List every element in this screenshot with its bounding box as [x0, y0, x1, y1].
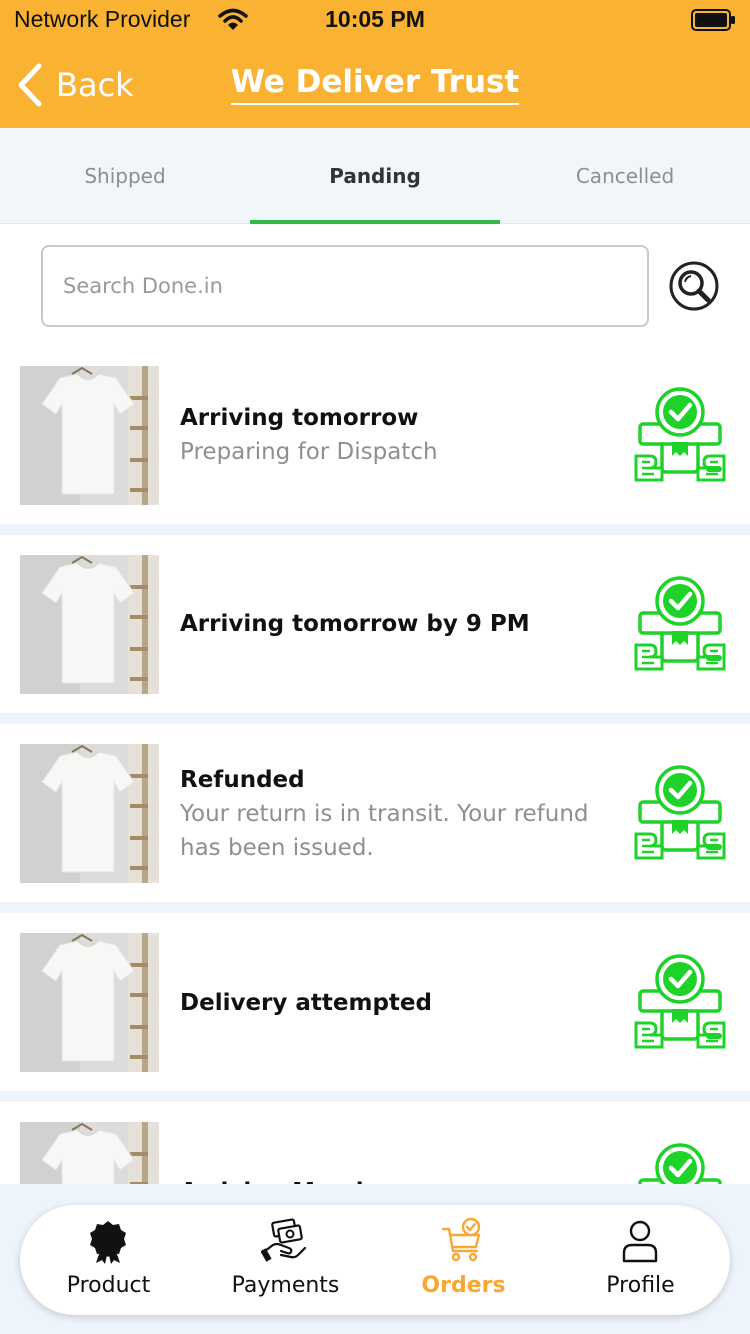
- order-subtitle: Your return is in transit. Your refund h…: [180, 801, 589, 861]
- search-icon[interactable]: [668, 260, 720, 312]
- order-list: Arriving tomorrow Preparing for Dispatch…: [0, 346, 750, 1184]
- battery-icon: [691, 9, 735, 31]
- tab-shipped[interactable]: Shipped: [0, 128, 250, 224]
- tab-label: Profile: [606, 1273, 675, 1298]
- page-title-text: We Deliver Trust: [230, 64, 520, 105]
- search-area: [0, 224, 750, 346]
- list-item[interactable]: Delivery attempted: [0, 913, 750, 1091]
- order-info: Arriving tomorrow by 9 PM: [180, 607, 630, 641]
- search-input[interactable]: [41, 245, 649, 327]
- tshirt-thumbnail: [20, 744, 159, 883]
- order-title: Refunded: [180, 767, 305, 793]
- tab-label: Product: [66, 1273, 151, 1298]
- order-status-tabs: Shipped Panding Cancelled: [0, 128, 750, 224]
- tab-payments[interactable]: Payments: [197, 1205, 374, 1315]
- order-title: Arriving tomorrow: [180, 405, 419, 431]
- list-item[interactable]: Arriving tomorrow Preparing for Dispatch: [0, 346, 750, 524]
- tab-profile[interactable]: Profile: [552, 1205, 729, 1315]
- order-title: Delivery attempted: [180, 990, 432, 1016]
- tshirt-thumbnail: [20, 1122, 159, 1184]
- list-item[interactable]: Arriving Monday: [0, 1102, 750, 1184]
- order-info: Refunded Your return is in transit. Your…: [180, 763, 630, 865]
- tshirt-thumbnail: [20, 933, 159, 1072]
- cart-check-icon: [441, 1217, 481, 1262]
- tshirt-thumbnail: [20, 366, 159, 505]
- clock: 10:05 PM: [325, 6, 425, 32]
- trust-badge-icon[interactable]: [632, 953, 728, 1057]
- order-title: Arriving tomorrow by 9 PM: [180, 611, 530, 637]
- list-item[interactable]: Arriving tomorrow by 9 PM: [0, 535, 750, 713]
- nav-bar: Back We Deliver Trust: [0, 40, 750, 128]
- badge-icon: [90, 1221, 126, 1264]
- tshirt-thumbnail: [20, 555, 159, 694]
- order-info: Delivery attempted: [180, 986, 630, 1020]
- order-info: Arriving Monday: [180, 1175, 630, 1184]
- status-bar: Network Provider 10:05 PM: [0, 0, 750, 40]
- trust-badge-icon[interactable]: [632, 386, 728, 490]
- tab-label: Orders: [421, 1273, 506, 1298]
- bottom-tab-bar: Product Payments Orders Profile: [20, 1205, 730, 1315]
- trust-badge-icon[interactable]: [632, 575, 728, 679]
- tab-cancelled[interactable]: Cancelled: [500, 128, 750, 224]
- hand-money-icon: [261, 1218, 307, 1262]
- order-subtitle: Preparing for Dispatch: [180, 439, 438, 465]
- user-icon: [622, 1220, 658, 1263]
- tab-panding[interactable]: Panding: [250, 128, 500, 224]
- page-title: We Deliver Trust: [0, 64, 750, 105]
- trust-badge-icon[interactable]: [632, 764, 728, 868]
- tab-orders[interactable]: Orders: [375, 1205, 552, 1315]
- list-item[interactable]: Refunded Your return is in transit. Your…: [0, 724, 750, 902]
- tab-label: Payments: [231, 1273, 340, 1298]
- order-title: Arriving Monday: [180, 1175, 630, 1184]
- order-info: Arriving tomorrow Preparing for Dispatch: [180, 401, 630, 469]
- tab-product[interactable]: Product: [20, 1205, 197, 1315]
- trust-badge-icon[interactable]: [632, 1142, 728, 1184]
